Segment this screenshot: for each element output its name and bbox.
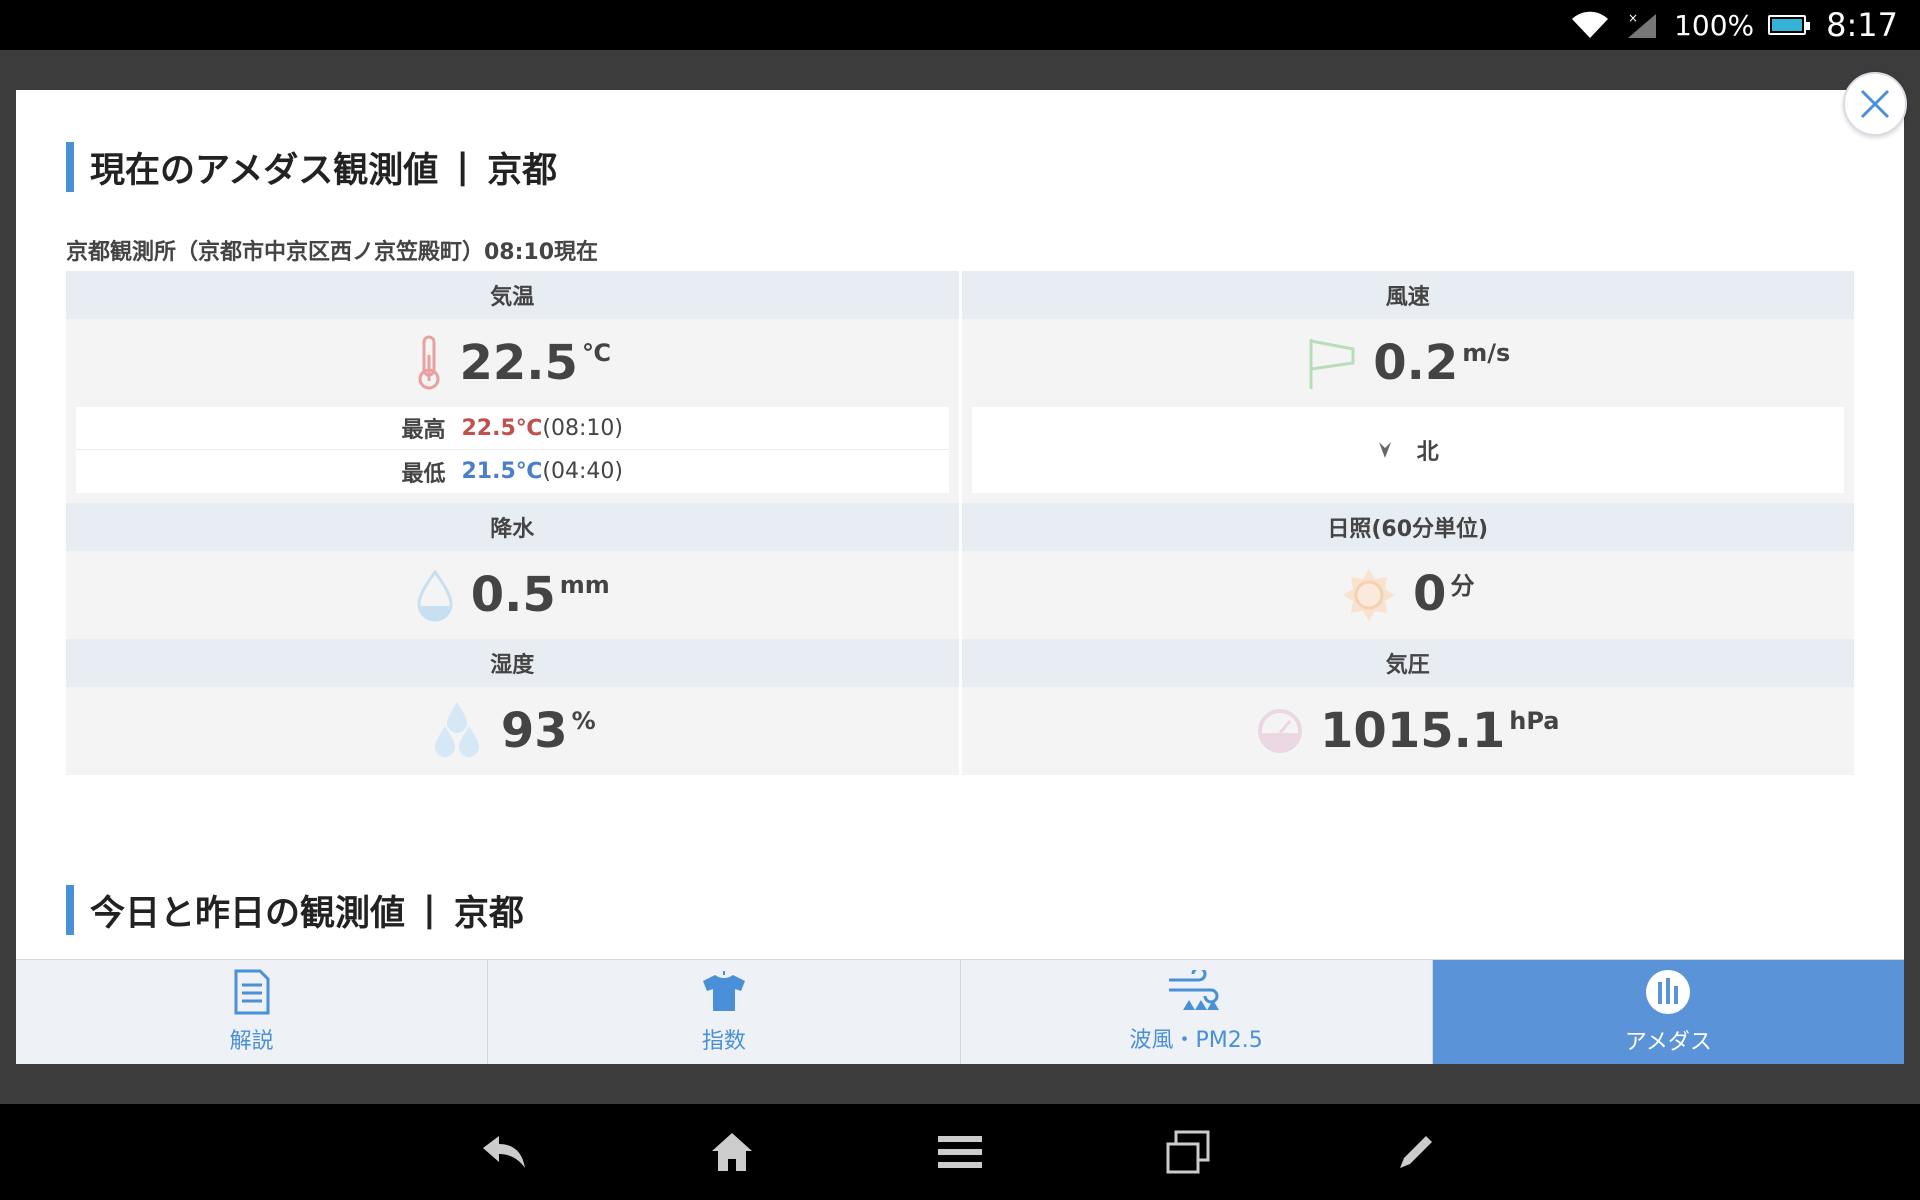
grid-row: 気温 22.5 ℃ 最高 22.5℃(08:10) 最低 21.5℃(04:40… <box>66 271 1854 503</box>
wind-label: 風速 <box>961 271 1854 319</box>
status-bar: × 100% 8:17 <box>0 0 1920 50</box>
precipitation-label: 降水 <box>66 503 959 551</box>
grid-row: 湿度 93 % 気圧 1015.1 hPa <box>66 639 1854 775</box>
section-location: 京都 <box>487 150 558 191</box>
tab-index[interactable]: 指数 <box>488 960 961 1064</box>
signal-icon: × <box>1628 11 1657 38</box>
wind-direction-text: 北 <box>1416 440 1439 465</box>
tab-label: 解説 <box>229 1029 274 1054</box>
wifi-icon <box>1572 11 1609 38</box>
temperature-value: 22.5 <box>459 335 578 391</box>
precipitation-cell: 降水 0.5 mm <box>66 503 959 639</box>
tab-explanation[interactable]: 解説 <box>16 960 489 1064</box>
wind-value-row: 0.2 m/s <box>962 319 1855 407</box>
tab-label: 指数 <box>701 1029 746 1054</box>
pressure-value: 1015.1 <box>1320 703 1506 759</box>
recent-apps-icon <box>1166 1130 1210 1174</box>
sunshine-value: 0 <box>1413 565 1447 622</box>
tab-wave-pm25[interactable]: 波風・PM2.5 <box>961 960 1433 1064</box>
max-temp-label: 最高 <box>401 418 446 443</box>
sunshine-cell: 日照(60分単位) 0 分 <box>961 503 1855 639</box>
gauge-icon <box>1258 709 1303 753</box>
navigation-bar <box>0 1104 1920 1200</box>
bottom-tab-bar: 解説 指数 波風・PM2.5 アメダス <box>16 959 1904 1064</box>
amedas-panel: 現在のアメダス観測値 | 京都 京都観測所（京都市中京区西ノ京笠殿町）08:10… <box>16 90 1904 1064</box>
direction-arrow-icon <box>1378 442 1391 458</box>
wind-value: 0.2 <box>1373 335 1459 391</box>
title-separator: | <box>423 890 436 930</box>
sunshine-value-row: 0 分 <box>962 551 1855 639</box>
pressure-label: 気圧 <box>961 639 1854 687</box>
svg-text:×: × <box>1628 11 1638 25</box>
home-button[interactable] <box>683 1117 781 1187</box>
precipitation-unit: mm <box>559 571 610 599</box>
recent-apps-button[interactable] <box>1139 1117 1237 1187</box>
observation-grid: 気温 22.5 ℃ 最高 22.5℃(08:10) 最低 21.5℃(04:40… <box>66 271 1854 775</box>
raindrop-icon <box>417 569 453 622</box>
pressure-cell: 気圧 1015.1 hPa <box>961 639 1855 775</box>
station-info: 京都観測所（京都市中京区西ノ京笠殿町）08:10現在 <box>66 240 599 265</box>
home-icon <box>712 1133 752 1171</box>
tab-amedas[interactable]: アメダス <box>1432 960 1904 1064</box>
thermometer-icon <box>418 335 439 390</box>
grid-row: 降水 0.5 mm 日照(60分単位) 0 分 <box>66 503 1854 639</box>
section-title-text: 現在のアメダス観測値 <box>90 150 439 191</box>
humidity-cell: 湿度 93 % <box>66 639 959 775</box>
min-temp-time: (04:40) <box>542 459 623 484</box>
sun-icon <box>1343 569 1396 621</box>
back-icon <box>483 1136 525 1168</box>
tab-label: アメダス <box>1624 1030 1712 1055</box>
pressure-unit: hPa <box>1509 707 1560 735</box>
temperature-cell: 気温 22.5 ℃ 最高 22.5℃(08:10) 最低 21.5℃(04:40… <box>66 271 959 503</box>
temperature-extremes: 最高 22.5℃(08:10) 最低 21.5℃(04:40) <box>76 407 949 493</box>
menu-button[interactable] <box>911 1117 1009 1187</box>
precipitation-value-row: 0.5 mm <box>66 551 959 639</box>
max-temp-time: (08:10) <box>542 415 623 441</box>
back-button[interactable] <box>455 1117 553 1187</box>
shirt-icon <box>702 971 745 1011</box>
pen-icon <box>1400 1136 1432 1168</box>
min-temp-row: 最低 21.5℃(04:40) <box>76 450 949 493</box>
menu-icon <box>938 1136 982 1168</box>
temperature-value-row: 22.5 ℃ <box>66 319 959 407</box>
wind-direction-box: 北 <box>971 407 1845 493</box>
temperature-unit: ℃ <box>581 339 611 367</box>
min-temp-label: 最低 <box>401 461 446 487</box>
pen-button[interactable] <box>1367 1117 1465 1187</box>
document-icon <box>234 969 270 1015</box>
wave-wind-icon <box>1169 970 1220 1010</box>
section-location: 京都 <box>453 893 524 934</box>
wind-cell: 風速 0.2 m/s 北 <box>961 271 1855 503</box>
precipitation-value: 0.5 <box>470 567 556 623</box>
current-observation-title: 現在のアメダス観測値 | 京都 <box>66 142 557 192</box>
temperature-label: 気温 <box>66 271 959 319</box>
max-temp-row: 最高 22.5℃(08:10) <box>76 407 949 450</box>
bar-chart-icon <box>1646 970 1691 1014</box>
humidity-unit: % <box>571 707 596 735</box>
close-button[interactable] <box>1843 72 1907 136</box>
battery-percent: 100% <box>1674 8 1755 42</box>
title-separator: | <box>456 147 470 187</box>
daily-observation-title: 今日と昨日の観測値 | 京都 <box>66 885 524 935</box>
humidity-label: 湿度 <box>66 639 959 687</box>
section-title-text: 今日と昨日の観測値 <box>90 893 406 934</box>
wind-unit: m/s <box>1462 339 1511 367</box>
sunshine-unit: 分 <box>1450 571 1475 600</box>
tab-label: 波風・PM2.5 <box>1129 1028 1263 1053</box>
close-icon <box>1860 89 1890 119</box>
min-temp-value: 21.5℃ <box>461 459 543 484</box>
max-temp-value: 22.5℃ <box>461 415 543 441</box>
clock: 8:17 <box>1826 6 1898 44</box>
humidity-drops-icon <box>434 702 479 757</box>
wind-direction: 北 <box>972 407 1845 493</box>
sunshine-label: 日照(60分単位) <box>961 503 1854 551</box>
humidity-value-row: 93 % <box>66 687 959 775</box>
windsock-icon <box>1309 339 1355 389</box>
pressure-value-row: 1015.1 hPa <box>962 687 1855 775</box>
battery-icon <box>1768 15 1811 35</box>
humidity-value: 93 <box>500 703 568 759</box>
